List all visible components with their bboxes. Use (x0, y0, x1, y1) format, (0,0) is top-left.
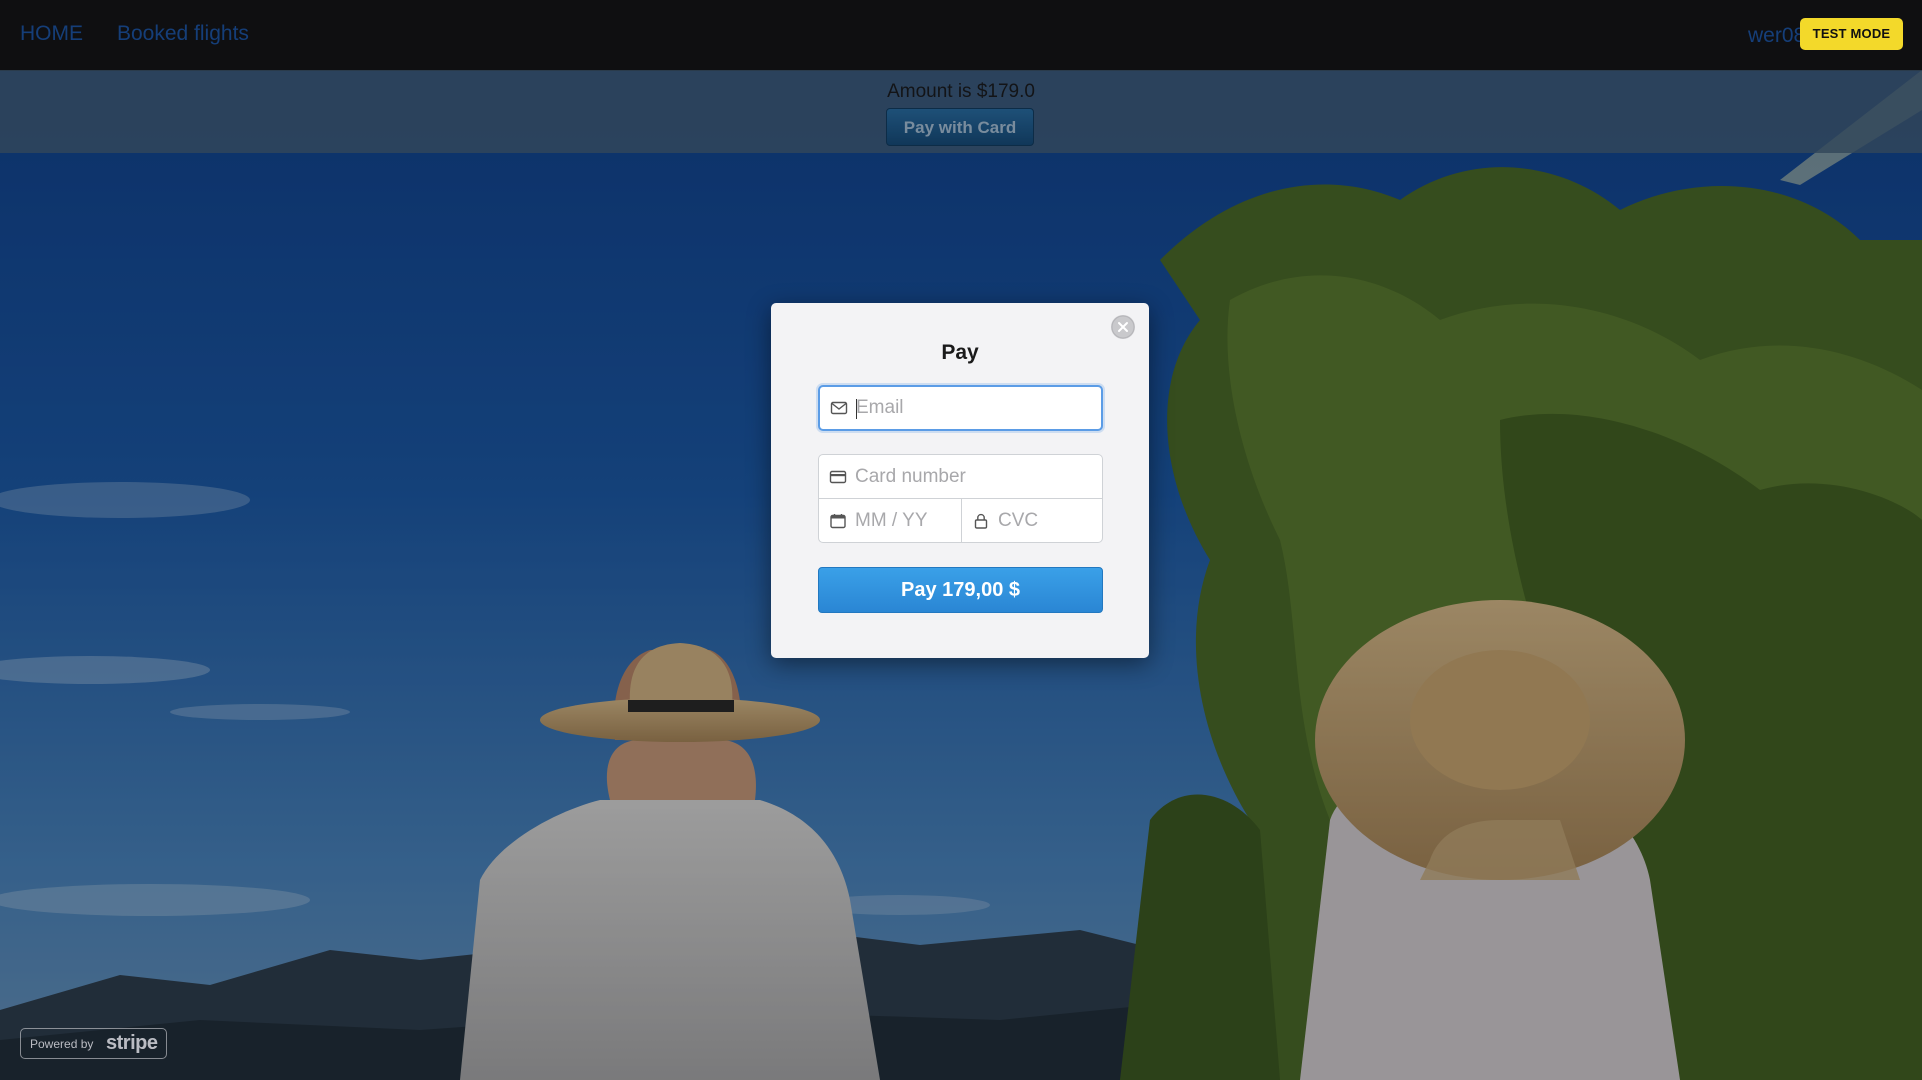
stripe-wordmark: stripe (106, 1032, 158, 1054)
expiry-input[interactable] (855, 499, 955, 542)
page: HOME Booked flights wer08 Amount is $179… (0, 0, 1922, 1080)
cvc-input[interactable] (998, 499, 1093, 542)
payment-banner: Amount is $179.0 Pay with Card (0, 70, 1922, 153)
powered-by-label: Powered by (30, 1037, 94, 1051)
card-number-input[interactable] (855, 455, 1090, 498)
close-icon[interactable] (1111, 315, 1135, 339)
stripe-checkout-modal: Pay Email Card number MM / YY CVC Pay 17… (771, 303, 1149, 658)
test-mode-badge: TEST MODE (1800, 18, 1903, 50)
pay-submit-button[interactable]: Pay 179,00 $ (818, 567, 1103, 613)
modal-title: Pay (941, 341, 979, 364)
nav-home-link[interactable]: HOME (20, 22, 83, 46)
calendar-icon (829, 512, 847, 530)
card-number-field-wrapper (818, 454, 1103, 499)
lock-icon (972, 512, 990, 530)
nav-user-link[interactable]: wer08 (1748, 24, 1802, 48)
pay-with-card-button[interactable]: Pay with Card (886, 108, 1034, 146)
top-navbar: HOME Booked flights wer08 (0, 0, 1922, 71)
cvc-field-wrapper (961, 498, 1103, 543)
nav-booked-flights-link[interactable]: Booked flights (117, 22, 249, 46)
email-input[interactable] (856, 387, 1091, 429)
envelope-icon (830, 399, 848, 417)
credit-card-icon (829, 468, 847, 486)
email-field-wrapper (818, 385, 1103, 431)
amount-text: Amount is $179.0 (887, 81, 1035, 102)
expiry-field-wrapper (818, 498, 962, 543)
powered-by-stripe-badge[interactable]: Powered by stripe (20, 1028, 167, 1059)
